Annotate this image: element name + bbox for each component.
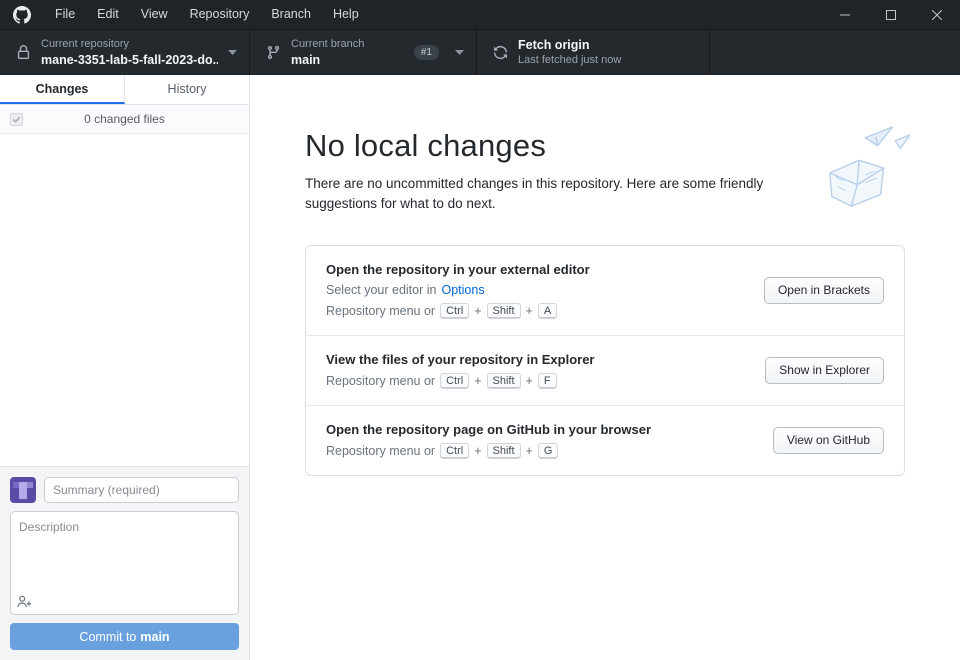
current-branch-button[interactable]: Current branch main #1	[250, 30, 477, 75]
key-ctrl: Ctrl	[440, 372, 470, 389]
main-content: No local changes There are no uncommitte…	[250, 75, 960, 660]
tab-changes[interactable]: Changes	[0, 75, 125, 104]
changes-list-empty	[0, 134, 249, 466]
toolbar: Current repository mane-3351-lab-5-fall-…	[0, 30, 960, 75]
sidebar: Changes History 0 changed files Summary …	[0, 75, 250, 660]
summary-input[interactable]	[44, 477, 239, 503]
key-shift: Shift	[486, 442, 521, 459]
menu-branch[interactable]: Branch	[260, 0, 322, 29]
options-link[interactable]: Options	[441, 283, 484, 297]
fetch-origin-button[interactable]: Fetch origin Last fetched just now	[477, 30, 710, 75]
editor-hint-text: Select your editor in	[326, 282, 437, 297]
shortcut-hint-text: Repository menu or	[326, 373, 436, 388]
plus-separator: +	[474, 373, 482, 388]
close-button[interactable]	[914, 0, 960, 29]
changed-files-row: 0 changed files	[0, 105, 249, 134]
commit-button-label: Commit to	[79, 629, 137, 644]
suggestion-view-github: Open the repository page on GitHub in yo…	[306, 406, 904, 475]
open-in-brackets-button[interactable]: Open in Brackets	[763, 276, 884, 304]
menu-repository[interactable]: Repository	[179, 0, 261, 29]
menu-view[interactable]: View	[130, 0, 179, 29]
shortcut-hint-text: Repository menu or	[326, 303, 436, 318]
key-shift: Shift	[486, 372, 521, 389]
suggestion-title: Open the repository in your external edi…	[326, 261, 590, 277]
plus-separator: +	[474, 443, 482, 458]
description-input[interactable]	[10, 511, 239, 615]
show-in-explorer-button[interactable]: Show in Explorer	[765, 356, 884, 384]
key-ctrl: Ctrl	[440, 442, 470, 459]
shortcut-hint-text: Repository menu or	[326, 443, 436, 458]
titlebar: File Edit View Repository Branch Help	[0, 0, 960, 30]
paper-plane-illustration	[822, 123, 911, 223]
menu-file[interactable]: File	[44, 0, 86, 29]
sidebar-tabs: Changes History	[0, 75, 249, 105]
suggestion-title: Open the repository page on GitHub in yo…	[326, 421, 652, 437]
github-desktop-window: File Edit View Repository Branch Help Cu…	[0, 0, 960, 660]
current-repository-button[interactable]: Current repository mane-3351-lab-5-fall-…	[0, 30, 250, 75]
commit-form: Commit to main	[0, 466, 249, 660]
key-letter: G	[537, 442, 559, 459]
minimize-button[interactable]	[822, 0, 868, 29]
plus-separator: +	[474, 303, 482, 318]
avatar	[10, 477, 36, 503]
key-letter: F	[537, 372, 557, 389]
menu-help[interactable]: Help	[322, 0, 370, 29]
fetch-origin-subtitle: Last fetched just now	[518, 54, 622, 67]
suggestion-show-explorer: View the files of your repository in Exp…	[306, 336, 904, 406]
current-repository-name: mane-3351-lab-5-fall-2023-do...	[41, 52, 218, 67]
current-branch-name: main	[291, 52, 321, 67]
fetch-origin-title: Fetch origin	[518, 38, 590, 53]
git-branch-icon	[266, 45, 281, 60]
key-shift: Shift	[486, 302, 521, 319]
page-subtitle: There are no uncommitted changes in this…	[305, 176, 764, 212]
commit-button-branch: main	[140, 629, 170, 644]
commit-button[interactable]: Commit to main	[10, 623, 239, 650]
select-all-checkbox[interactable]	[10, 113, 23, 126]
suggestion-title: View the files of your repository in Exp…	[326, 351, 595, 367]
window-controls	[822, 0, 960, 29]
tab-history[interactable]: History	[125, 75, 249, 104]
suggestions-card: Open the repository in your external edi…	[305, 244, 905, 476]
view-on-github-button[interactable]: View on GitHub	[772, 426, 884, 454]
lock-icon	[16, 45, 31, 60]
key-ctrl: Ctrl	[440, 302, 470, 319]
plus-separator: +	[525, 303, 533, 318]
chevron-down-icon	[228, 50, 237, 55]
current-repository-label: Current repository	[41, 38, 130, 51]
key-letter: A	[537, 302, 558, 319]
menu-edit[interactable]: Edit	[86, 0, 130, 29]
plus-separator: +	[525, 373, 533, 388]
current-branch-label: Current branch	[291, 38, 365, 51]
add-coauthor-icon[interactable]	[17, 595, 32, 608]
changed-files-count: 0 changed files	[84, 112, 165, 126]
github-logo-icon	[13, 5, 31, 24]
sync-icon	[493, 45, 508, 60]
pull-request-badge: #1	[413, 45, 439, 60]
maximize-button[interactable]	[868, 0, 914, 29]
suggestion-open-editor: Open the repository in your external edi…	[306, 246, 904, 336]
chevron-down-icon	[455, 50, 464, 55]
plus-separator: +	[525, 443, 533, 458]
